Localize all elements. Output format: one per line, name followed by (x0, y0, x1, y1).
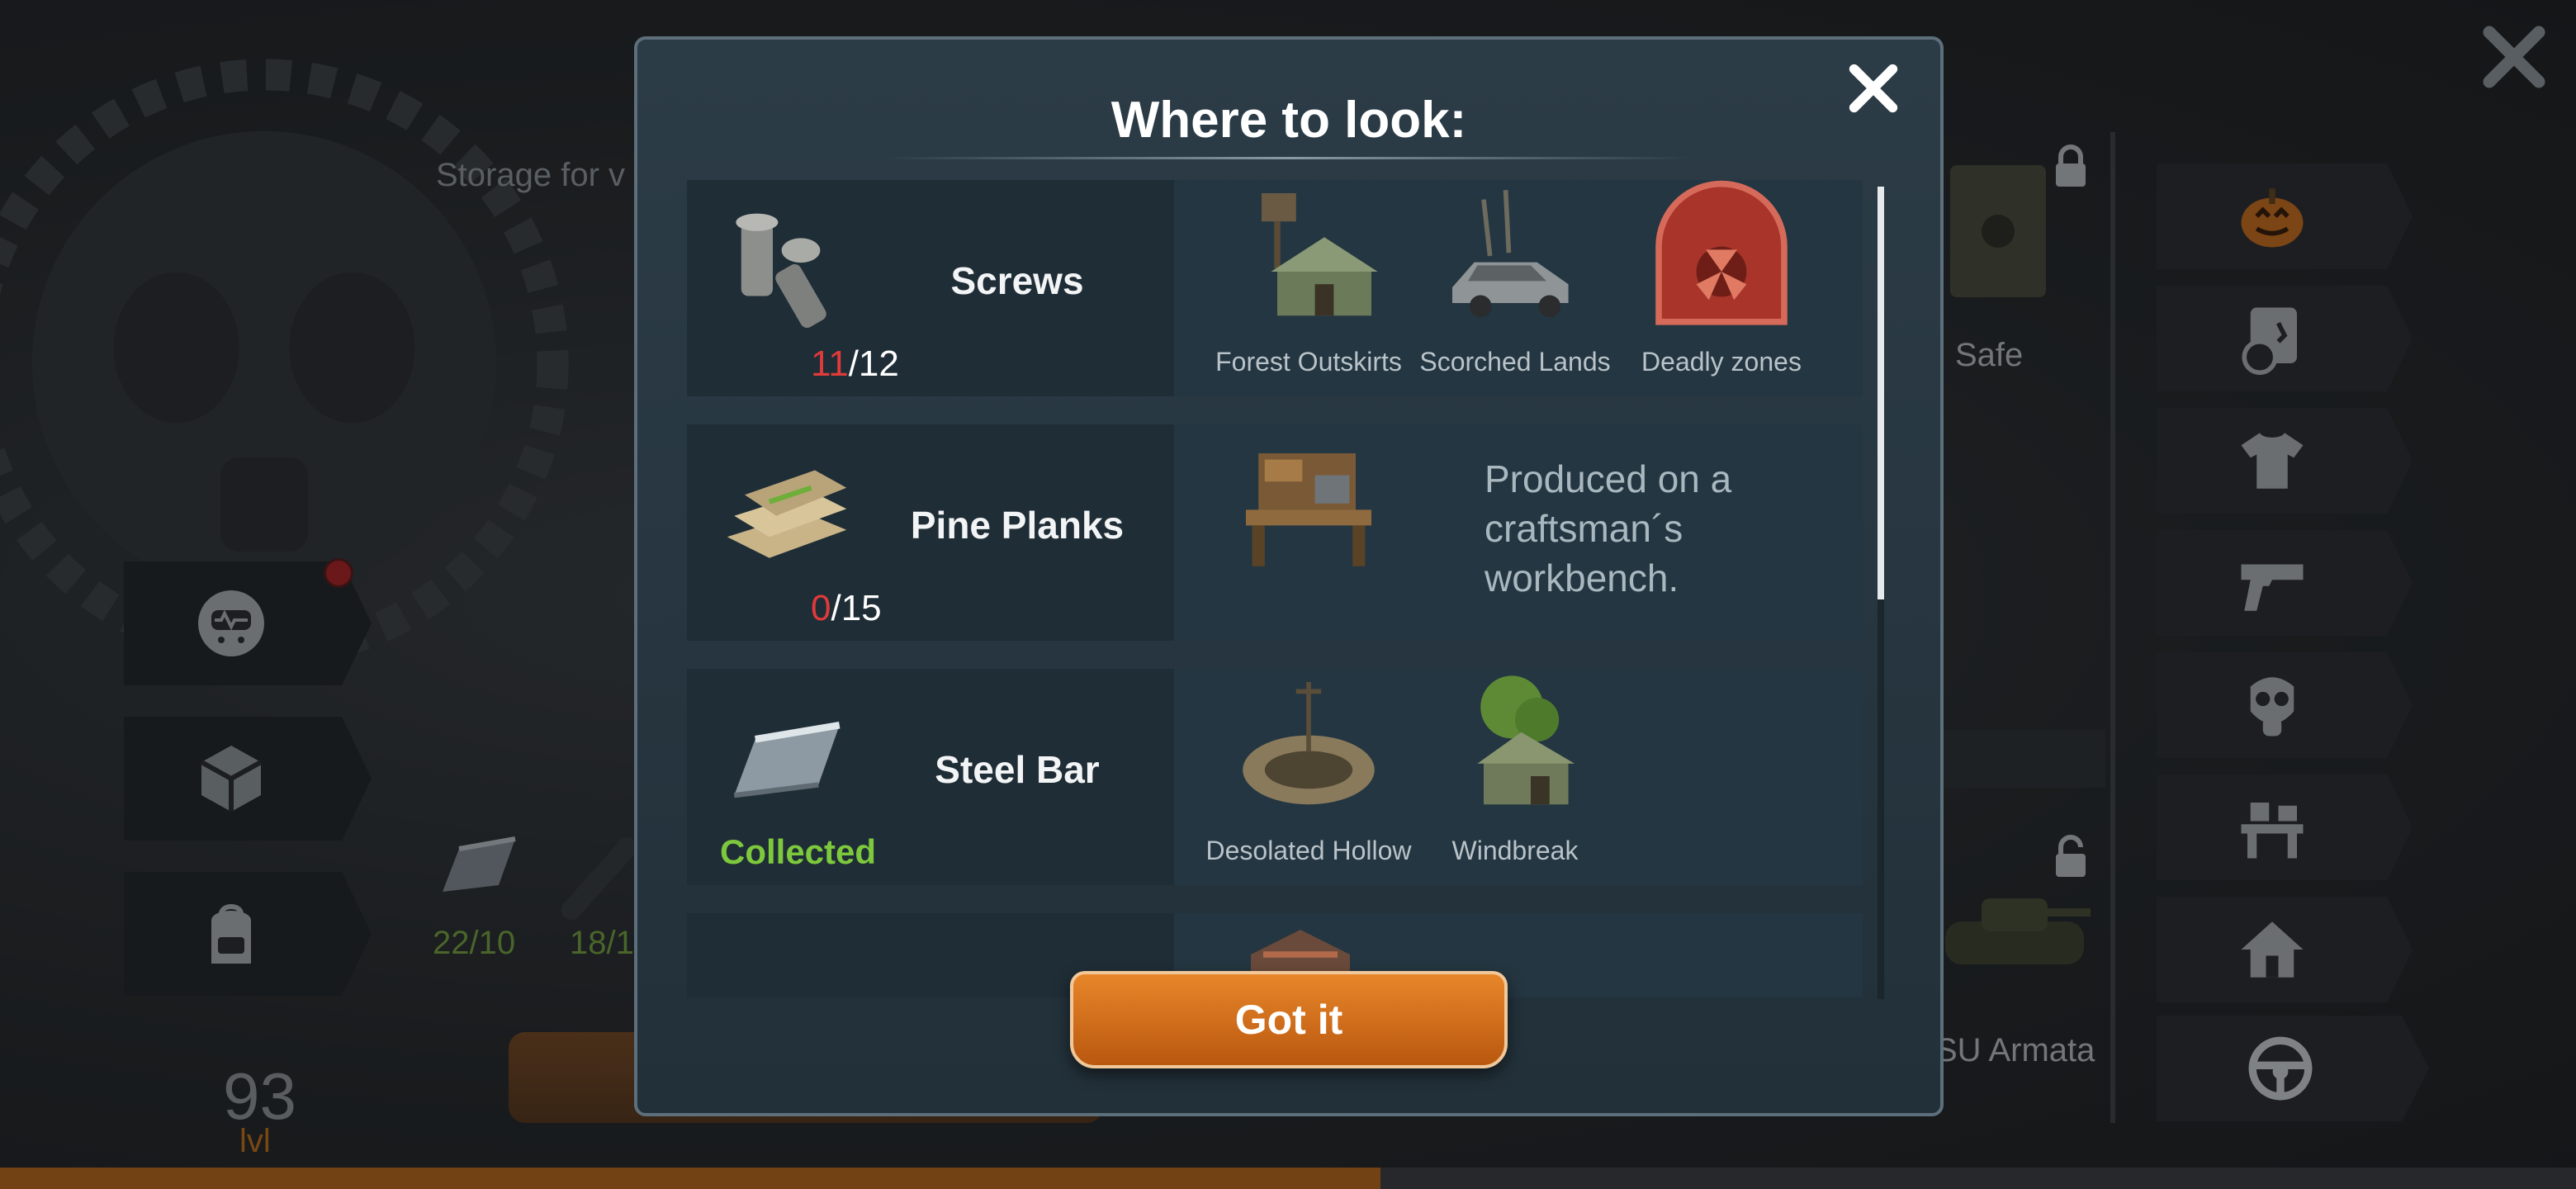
steel-bar-icon (733, 722, 841, 798)
item-list[interactable]: Screws 11/12 Forest Outskirts Scorched L… (687, 180, 1863, 997)
list-item-steel-bar: Steel Bar Collected Desolated Hollow Win… (687, 669, 1863, 885)
where-to-look-dialog: Where to look: Screws 11/12 Forest Outsk… (634, 36, 1944, 1116)
location-forest-outskirts[interactable]: Forest Outskirts (1205, 180, 1412, 396)
overgrown-house-icon (1477, 675, 1575, 805)
location-deadly-zones[interactable]: Deadly zones (1618, 180, 1825, 396)
item-info: Steel Bar Collected (687, 669, 1174, 885)
close-icon[interactable] (1844, 59, 1902, 117)
source-description: Produced on a craftsman´s workbench. (1485, 457, 1732, 599)
burnt-car-icon (1452, 190, 1569, 318)
screws-icon (736, 213, 826, 329)
radioactive-zone-icon (1655, 180, 1788, 325)
item-name: Pine Planks (910, 504, 1125, 547)
item-name: Screws (950, 259, 1084, 302)
crater-icon (1243, 682, 1375, 805)
collected-status: Collected (720, 832, 877, 871)
item-info: Screws 11/12 (687, 180, 1174, 396)
location-windbreak[interactable]: Windbreak (1412, 669, 1618, 885)
location-desolated-hollow[interactable]: Desolated Hollow (1205, 669, 1412, 885)
item-count: 0/15 (811, 588, 882, 628)
scrollbar-thumb[interactable] (1878, 187, 1884, 599)
item-name: Steel Bar (935, 748, 1100, 791)
location-scorched-lands[interactable]: Scorched Lands (1412, 180, 1618, 396)
got-it-button[interactable]: Got it (1070, 971, 1508, 1068)
source-workbench (1205, 424, 1412, 641)
item-count: 11/12 (811, 343, 899, 384)
forest-cabin-icon (1262, 193, 1378, 316)
dialog-title: Where to look: (1110, 92, 1467, 149)
item-info: Pine Planks 0/15 (687, 424, 1174, 641)
location-label: Forest Outskirts (1215, 347, 1402, 377)
list-scrollbar[interactable] (1878, 187, 1884, 999)
title-divider (885, 157, 1693, 159)
location-label: Windbreak (1451, 836, 1579, 865)
list-item-pine-planks: Pine Planks 0/15 Produced on a craftsman… (687, 424, 1863, 641)
location-label: Desolated Hollow (1205, 836, 1412, 865)
workbench-scene-icon (1246, 453, 1371, 566)
planks-icon (727, 470, 847, 558)
list-item-screws: Screws 11/12 Forest Outskirts Scorched L… (687, 180, 1863, 396)
location-label: Deadly zones (1641, 347, 1802, 377)
location-label: Scorched Lands (1419, 347, 1611, 377)
